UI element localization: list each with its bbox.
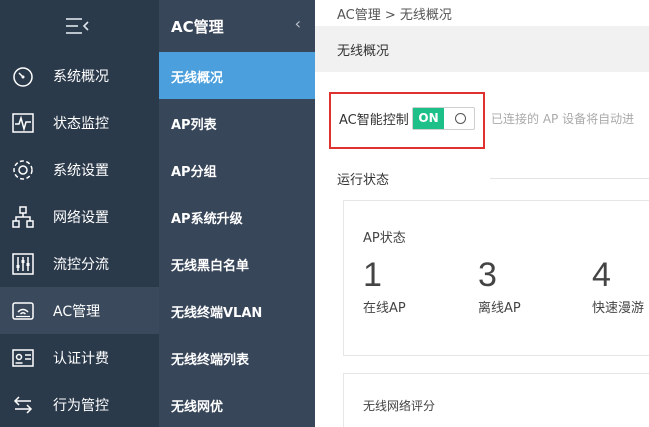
subnav-item-ap-list[interactable]: AP列表 bbox=[159, 99, 315, 146]
network-icon bbox=[10, 204, 36, 230]
menu-collapse-button[interactable] bbox=[0, 0, 159, 52]
stat-fast-roaming: 4 快速漫游 bbox=[592, 256, 644, 316]
subnav-item-wireless-optimize[interactable]: 无线网优 bbox=[159, 381, 315, 427]
subnav-item-label: 无线网优 bbox=[171, 400, 224, 415]
chevron-left-icon[interactable]: ‹ bbox=[295, 14, 301, 33]
card-title: AP状态 bbox=[363, 231, 406, 246]
page-header: 无线概况 bbox=[315, 26, 649, 72]
gear-icon bbox=[10, 157, 36, 183]
ac-control-toggle[interactable]: ON bbox=[412, 107, 475, 130]
sidebar-item-label: 认证计费 bbox=[53, 351, 109, 367]
wireless-score-card: 无线网络评分 bbox=[343, 373, 649, 427]
subnav-item-label: AP列表 bbox=[171, 118, 217, 133]
subnav-item-label: 无线终端列表 bbox=[171, 353, 250, 368]
speedometer-icon bbox=[10, 63, 36, 89]
subnav-item-client-vlan[interactable]: 无线终端VLAN bbox=[159, 287, 315, 334]
breadcrumb: AC管理 > 无线概况 bbox=[337, 8, 452, 23]
id-card-icon bbox=[10, 345, 36, 371]
sidebar-item-system-overview[interactable]: 系统概况 bbox=[0, 52, 159, 99]
sidebar-item-label: 行为管控 bbox=[53, 398, 109, 414]
card-title: 无线网络评分 bbox=[363, 399, 436, 413]
sidebar-item-status-monitor[interactable]: 状态监控 bbox=[0, 99, 159, 146]
subnav-item-ap-group[interactable]: AP分组 bbox=[159, 146, 315, 193]
subnav-item-label: AP系统升级 bbox=[171, 212, 243, 227]
sub-sidebar: AC管理 ‹ 无线概况 AP列表 AP分组 AP系统升级 无线黑白名单 无线终端… bbox=[159, 0, 315, 427]
subnav-item-label: 无线终端VLAN bbox=[171, 306, 263, 321]
toggle-on-label: ON bbox=[413, 108, 444, 129]
subnav-item-blackwhite-list[interactable]: 无线黑白名单 bbox=[159, 240, 315, 287]
menu-collapse-icon bbox=[66, 18, 89, 34]
stat-label: 快速漫游 bbox=[592, 301, 645, 316]
stat-label: 离线AP bbox=[478, 301, 521, 316]
sidebar-item-label: 流控分流 bbox=[53, 257, 109, 273]
subnav-item-label: AP分组 bbox=[171, 165, 217, 180]
ac-control-hint: 已连接的 AP 设备将自动进 bbox=[491, 112, 635, 126]
sidebar-item-label: 系统设置 bbox=[53, 163, 109, 179]
subnav-item-ap-upgrade[interactable]: AP系统升级 bbox=[159, 193, 315, 240]
sidebar-item-label: 网络设置 bbox=[53, 210, 109, 226]
router-icon bbox=[10, 298, 36, 324]
subnav-header: AC管理 ‹ bbox=[159, 0, 315, 52]
subnav-item-label: 无线概况 bbox=[171, 71, 224, 86]
pulse-icon bbox=[10, 110, 36, 136]
sidebar-item-ac-management[interactable]: AC管理 bbox=[0, 287, 159, 334]
stat-value: 3 bbox=[478, 256, 497, 294]
toggle-knob-icon bbox=[455, 113, 466, 124]
sidebar-item-label: AC管理 bbox=[53, 304, 101, 320]
stat-value: 1 bbox=[363, 256, 382, 294]
stat-label: 在线AP bbox=[363, 301, 406, 316]
ac-control-label: AC智能控制 bbox=[339, 113, 409, 128]
sidebar-item-auth-billing[interactable]: 认证计费 bbox=[0, 334, 159, 381]
sidebar-item-network-settings[interactable]: 网络设置 bbox=[0, 193, 159, 240]
sidebar-item-label: 系统概况 bbox=[53, 69, 109, 85]
subnav-item-client-list[interactable]: 无线终端列表 bbox=[159, 334, 315, 381]
section-divider bbox=[490, 178, 649, 179]
subnav-title: AC管理 bbox=[171, 18, 224, 36]
stat-value: 4 bbox=[592, 256, 611, 294]
stat-offline-ap: 3 离线AP bbox=[478, 256, 521, 316]
main-content: AC管理 > 无线概况 无线概况 AC智能控制 ON 已连接的 AP 设备将自动… bbox=[315, 0, 649, 427]
arrows-icon bbox=[10, 392, 36, 418]
ac-control-highlight: AC智能控制 ON bbox=[329, 92, 485, 149]
sidebar-item-behavior-control[interactable]: 行为管控 bbox=[0, 381, 159, 427]
main-sidebar: 系统概况 状态监控 系统设置 网络设置 流控分流 AC管理 认证计费 行为管控 bbox=[0, 0, 159, 427]
stat-online-ap: 1 在线AP bbox=[363, 256, 406, 316]
subnav-item-wireless-overview[interactable]: 无线概况 bbox=[159, 52, 315, 99]
sliders-icon bbox=[10, 251, 36, 277]
sidebar-item-flow-control[interactable]: 流控分流 bbox=[0, 240, 159, 287]
section-title: 运行状态 bbox=[337, 173, 390, 188]
sidebar-item-label: 状态监控 bbox=[53, 116, 109, 132]
ap-status-card: AP状态 1 在线AP 3 离线AP 4 快速漫游 bbox=[343, 200, 649, 356]
subnav-item-label: 无线黑白名单 bbox=[171, 259, 250, 274]
page-title: 无线概况 bbox=[337, 44, 390, 59]
sidebar-item-system-settings[interactable]: 系统设置 bbox=[0, 146, 159, 193]
